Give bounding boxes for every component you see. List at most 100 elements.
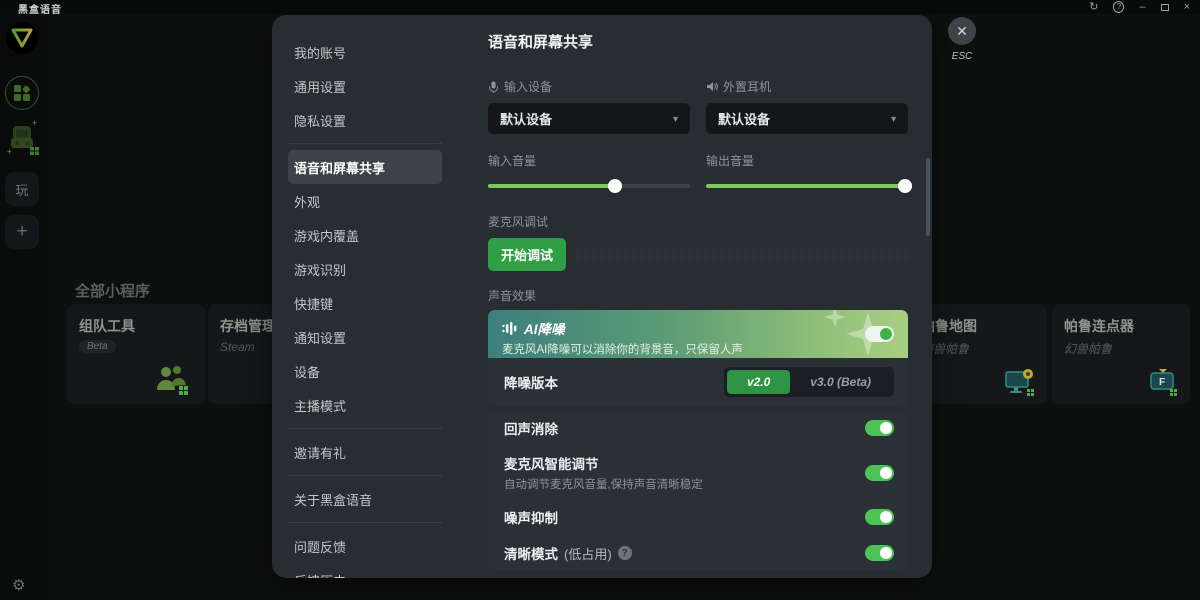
toggle-row-label: 噪声抑制 [504,507,558,527]
miniprograms-rail-icon[interactable] [5,76,39,110]
ai-denoise-icon [502,322,518,335]
mic-test-label: 麦克风调试 [488,213,908,230]
card-title: 帕鲁连点器 [1064,316,1134,336]
smart-mic-toggle[interactable] [865,465,894,481]
output-volume-label: 输出音量 [706,152,908,169]
card-title: 组队工具 [79,316,135,336]
input-volume-slider[interactable] [488,179,690,193]
version-option-v3[interactable]: v3.0 (Beta) [790,370,891,394]
menu-divider [288,428,442,429]
settings-menu-item[interactable]: 问题反馈 [288,529,442,563]
question-help-icon[interactable]: ? [618,546,632,560]
refresh-icon[interactable]: ↻ [1089,1,1098,13]
chevron-down-icon: ▼ [889,114,898,124]
toggle-row-description: 自动调节麦克风音量,保持声音清晰稳定 [504,476,703,492]
add-rail-button[interactable]: + [5,215,39,249]
denoise-version-label: 降噪版本 [504,372,558,392]
miniprogram-card-team[interactable]: 组队工具 Beta [67,304,205,404]
settings-menu-item[interactable]: 设备 [288,354,442,388]
miniprogram-card-palu-clicker[interactable]: 帕鲁连点器 幻兽帕鲁 F [1052,304,1190,404]
voice-settings-panel: 语音和屏幕共享 输入设备 外置耳机 [468,15,932,578]
ai-noise-reduction-banner: AI降噪 麦克风AI降噪可以消除你的背景音，只保留人声 [488,310,908,358]
panel-title: 语音和屏幕共享 [488,31,908,52]
voice-effect-toggles-card: 回声消除 麦克风智能调节 自动调节麦克风音量,保持声音清晰稳定 噪声抑制 [488,411,908,570]
play-rail-button[interactable]: 玩 [5,172,39,206]
miniprogram-section-title: 全部小程序 [75,280,150,301]
close-window-icon[interactable]: × [1184,1,1190,13]
settings-menu-item[interactable]: 我的账号 [288,35,442,69]
toggle-row-label: 麦克风智能调节 [504,453,703,473]
svg-text:F: F [1159,377,1165,388]
version-option-v2[interactable]: v2.0 [727,370,790,394]
settings-menu-item[interactable]: 游戏识别 [288,252,442,286]
mic-level-meter [576,247,908,263]
chevron-down-icon: ▼ [671,114,680,124]
toggle-row-label: 回声消除 [504,418,558,438]
smart-mic-row: 麦克风智能调节 自动调节麦克风音量,保持声音清晰稳定 [504,447,894,498]
menu-divider [288,475,442,476]
settings-menu-item[interactable]: 反馈历史 [288,563,442,578]
clear-mode-toggle[interactable] [865,545,894,561]
menu-divider [288,522,442,523]
start-mic-test-button[interactable]: 开始调试 [488,238,566,271]
ai-denoise-toggle[interactable] [865,326,894,342]
settings-menu-item[interactable]: 隐私设置 [288,103,442,137]
map-monitor-icon [1005,368,1035,396]
team-people-icon [153,364,193,396]
output-device-label: 外置耳机 [706,78,908,95]
ai-banner-subtitle: 麦克风AI降噪可以消除你的背景音，只保留人声 [502,341,894,357]
settings-menu-item[interactable]: 关于黑盒语音 [288,482,442,516]
settings-menu-item[interactable]: 邀请有礼 [288,435,442,469]
scrollbar-thumb[interactable] [926,158,930,236]
echo-cancel-row: 回声消除 [504,411,894,445]
denoise-version-row: 降噪版本 v2.0 v3.0 (Beta) [488,358,908,406]
card-subtitle: 幻兽帕鲁 [1064,340,1112,357]
svg-text:+: + [7,147,12,156]
heybox-logo[interactable] [6,22,38,54]
settings-menu-item[interactable]: 通用设置 [288,69,442,103]
help-icon[interactable]: ? [1113,1,1124,13]
input-device-select[interactable]: 默认设备 ▼ [488,103,690,134]
svg-text:+: + [32,118,37,128]
clicker-monitor-icon: F [1148,368,1178,396]
settings-menu-item[interactable]: 外观 [288,184,442,218]
left-rail: + + 玩 + ⚙ [0,14,48,600]
clear-mode-row: 清晰模式(低占用) ? [504,536,894,570]
denoise-version-segmented-control: v2.0 v3.0 (Beta) [724,367,894,397]
noise-suppress-row: 噪声抑制 [504,500,894,534]
dialog-close: ✕ ESC [948,17,976,62]
sparkle-icon [824,310,846,328]
minimize-icon[interactable]: – [1139,1,1145,13]
card-subtitle: Steam [220,340,255,354]
settings-gear-icon[interactable]: ⚙ [12,576,25,594]
toggle-row-label: 清晰模式(低占用) ? [504,543,632,563]
app-title: 黑盒语音 [18,1,62,16]
game-library-rail-icon[interactable]: + + [6,118,40,158]
app-window: 全部小程序 组队工具 Beta 存档管理器 Steam 帕鲁地图 幻兽帕鲁 [0,0,1200,600]
input-volume-label: 输入音量 [488,152,690,169]
settings-menu-item[interactable]: 语音和屏幕共享 [288,150,442,184]
beta-badge: Beta [79,340,116,353]
settings-menu-item[interactable]: 通知设置 [288,320,442,354]
sound-effects-section-label: 声音效果 [488,287,908,304]
settings-menu-item[interactable]: 主播模式 [288,388,442,422]
speaker-icon [706,81,718,92]
close-dialog-icon[interactable]: ✕ [948,17,976,45]
menu-divider [288,143,442,144]
microphone-icon [488,81,499,93]
output-device-select[interactable]: 默认设备 ▼ [706,103,908,134]
ai-banner-title: AI降噪 [524,318,565,338]
echo-cancel-toggle[interactable] [865,420,894,436]
settings-dialog: 我的账号通用设置隐私设置语音和屏幕共享外观游戏内覆盖游戏识别快捷键通知设置设备主… [272,15,932,578]
slider-knob[interactable] [608,179,622,193]
settings-menu: 我的账号通用设置隐私设置语音和屏幕共享外观游戏内覆盖游戏识别快捷键通知设置设备主… [272,15,468,578]
input-device-label: 输入设备 [488,78,690,95]
slider-knob[interactable] [898,179,912,193]
titlebar: 黑盒语音 ↻ ? – × [0,0,1200,14]
output-volume-slider[interactable] [706,179,908,193]
esc-label: ESC [948,51,976,62]
settings-menu-item[interactable]: 快捷键 [288,286,442,320]
noise-suppress-toggle[interactable] [865,509,894,525]
maximize-icon[interactable] [1161,1,1169,13]
settings-menu-item[interactable]: 游戏内覆盖 [288,218,442,252]
